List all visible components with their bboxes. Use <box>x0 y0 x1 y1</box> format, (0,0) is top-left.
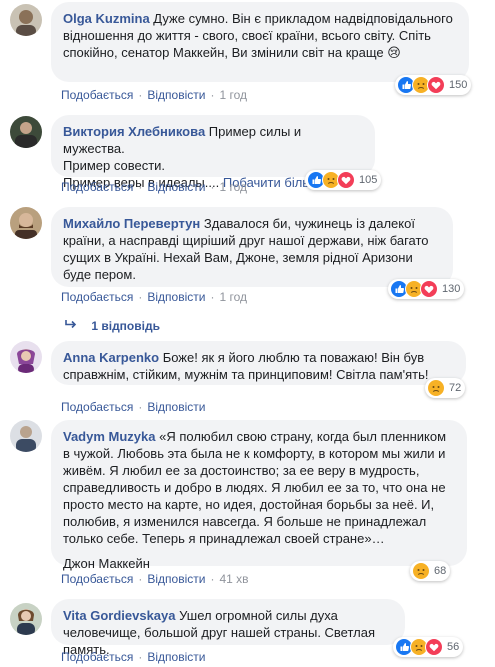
comment-author[interactable]: Olga Kuzmina <box>63 11 150 26</box>
reaction-summary[interactable]: 130 <box>388 279 465 299</box>
comment-bubble: Olga Kuzmina Дуже сумно. Він є прикладом… <box>51 2 469 82</box>
sad-reaction-icon <box>412 562 430 580</box>
avatar[interactable] <box>10 207 42 239</box>
reaction-count: 130 <box>442 283 461 295</box>
reaction-summary[interactable]: 105 <box>305 170 382 190</box>
comment-bubble: Vadym Muzyka «Я полюбил свою страну, ког… <box>51 420 467 571</box>
reaction-count: 150 <box>449 79 468 91</box>
reply-link[interactable]: Відповісти <box>147 180 205 194</box>
reply-link[interactable]: Відповісти <box>147 650 205 664</box>
like-link[interactable]: Подобається <box>61 400 133 414</box>
like-link[interactable]: Подобається <box>61 88 133 102</box>
reply-link[interactable]: Відповісти <box>147 572 205 586</box>
reply-link[interactable]: Відповісти <box>147 88 205 102</box>
view-replies-link[interactable]: 1 відповідь <box>64 318 160 333</box>
comment-bubble: Виктория Хлебникова Пример силы и мужест… <box>51 115 375 190</box>
reaction-count: 56 <box>447 641 460 653</box>
comment-author[interactable]: Vita Gordievskaya <box>63 608 176 623</box>
comment-author[interactable]: Виктория Хлебникова <box>63 124 205 139</box>
comment-time[interactable]: 41 хв <box>219 572 248 586</box>
avatar[interactable] <box>10 116 42 148</box>
comment-time[interactable]: 1 год <box>219 290 247 304</box>
comment-author[interactable]: Vadym Muzyka <box>63 429 156 444</box>
comment-actions: Подобається · Відповісти · 1 год <box>61 88 247 102</box>
avatar[interactable] <box>10 420 42 452</box>
comment-actions: Подобається · Відповісти · 1 год <box>61 290 247 304</box>
comment-author[interactable]: Михайло Перевертун <box>63 216 200 231</box>
reaction-summary[interactable]: 56 <box>393 637 464 657</box>
comment-text: «Я полюбил свою страну, когда был пленни… <box>63 429 447 546</box>
like-link[interactable]: Подобається <box>61 290 133 304</box>
reaction-summary[interactable]: 150 <box>395 75 472 95</box>
comment-time[interactable]: 1 год <box>219 88 247 102</box>
like-link[interactable]: Подобається <box>61 180 133 194</box>
comment-actions: Подобається · Відповісти <box>61 400 206 414</box>
love-reaction-icon <box>425 638 443 656</box>
like-link[interactable]: Подобається <box>61 650 133 664</box>
avatar[interactable] <box>10 4 42 36</box>
comment-bubble: Vita Gordievskaya Ушел огромной силы дух… <box>51 599 405 657</box>
reaction-count: 68 <box>434 565 447 577</box>
love-reaction-icon <box>337 171 355 189</box>
comment-signature: Джон Маккейн <box>63 556 150 571</box>
love-reaction-icon <box>420 280 438 298</box>
avatar[interactable] <box>10 341 42 373</box>
comment-bubble: Михайло Перевертун Здавалося би, чужинец… <box>51 207 453 287</box>
comment-actions: Подобається · Відповісти · 41 хв <box>61 572 249 586</box>
comment-actions: Подобається · Відповісти · 1 год <box>61 180 247 194</box>
comment-bubble: Anna Karpenko Боже! як я його люблю та п… <box>51 341 466 385</box>
reaction-count: 72 <box>449 382 462 394</box>
reply-link[interactable]: Відповісти <box>147 290 205 304</box>
comment-text: Пример совести. <box>63 158 166 173</box>
reaction-count: 105 <box>359 174 378 186</box>
love-reaction-icon <box>427 76 445 94</box>
comment-author[interactable]: Anna Karpenko <box>63 350 159 365</box>
like-link[interactable]: Подобається <box>61 572 133 586</box>
reply-arrow-icon <box>64 318 80 333</box>
avatar[interactable] <box>10 603 42 635</box>
reply-link[interactable]: Відповісти <box>147 400 205 414</box>
comment-time[interactable]: 1 год <box>219 180 247 194</box>
replies-count-label: 1 відповідь <box>91 319 160 333</box>
comment-actions: Подобається · Відповісти <box>61 650 206 664</box>
sad-reaction-icon <box>427 379 445 397</box>
reaction-summary[interactable]: 72 <box>425 378 466 398</box>
reaction-summary[interactable]: 68 <box>410 561 451 581</box>
